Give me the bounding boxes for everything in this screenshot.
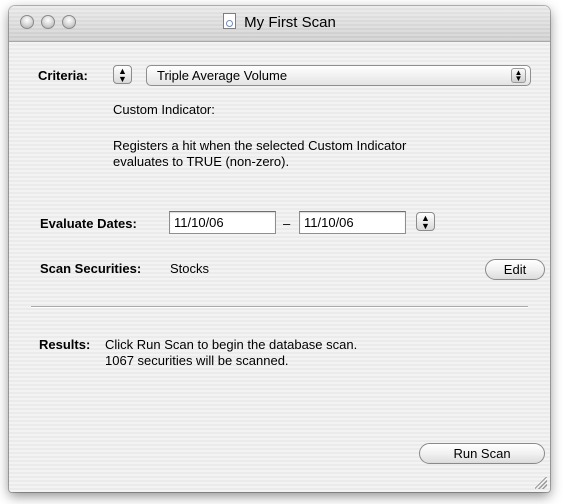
- custom-indicator-label: Custom Indicator:: [113, 102, 215, 117]
- chevron-down-icon: ▼: [118, 74, 127, 84]
- results-line1: Click Run Scan to begin the database sca…: [105, 337, 358, 352]
- evaluate-dates-label: Evaluate Dates:: [40, 216, 137, 231]
- start-date-field[interactable]: 11/10/06: [169, 211, 276, 234]
- run-scan-button[interactable]: Run Scan: [419, 443, 545, 464]
- divider: [31, 306, 528, 308]
- title-bar[interactable]: My First Scan: [9, 6, 550, 42]
- date-separator: –: [283, 216, 291, 231]
- edit-button[interactable]: Edit: [485, 259, 545, 280]
- window-title: My First Scan: [9, 13, 550, 31]
- scan-securities-value: Stocks: [170, 261, 210, 276]
- resize-grip-icon[interactable]: [535, 477, 547, 489]
- scan-window: My First Scan Criteria: ▲ ▼ Triple Averag…: [9, 6, 550, 492]
- results-label: Results:: [39, 337, 91, 352]
- popup-arrows-icon: ▲ ▼: [511, 68, 526, 83]
- results-line2: 1067 securities will be scanned.: [105, 353, 289, 368]
- date-range-popup[interactable]: ▲ ▼: [416, 212, 435, 231]
- criteria-selected: Triple Average Volume: [157, 68, 288, 83]
- end-date-field[interactable]: 11/10/06: [299, 211, 406, 234]
- criteria-mode-popup[interactable]: ▲ ▼: [113, 65, 132, 84]
- window-title-text: My First Scan: [244, 14, 336, 31]
- scan-securities-label: Scan Securities:: [40, 261, 142, 276]
- criteria-label: Criteria:: [38, 68, 88, 83]
- criteria-description-line1: Registers a hit when the selected Custom…: [113, 138, 407, 153]
- document-icon: [223, 13, 237, 29]
- criteria-popup[interactable]: Triple Average Volume ▲ ▼: [146, 65, 531, 86]
- criteria-description-line2: evaluates to TRUE (non-zero).: [113, 154, 290, 169]
- chevron-down-icon: ▼: [421, 221, 430, 231]
